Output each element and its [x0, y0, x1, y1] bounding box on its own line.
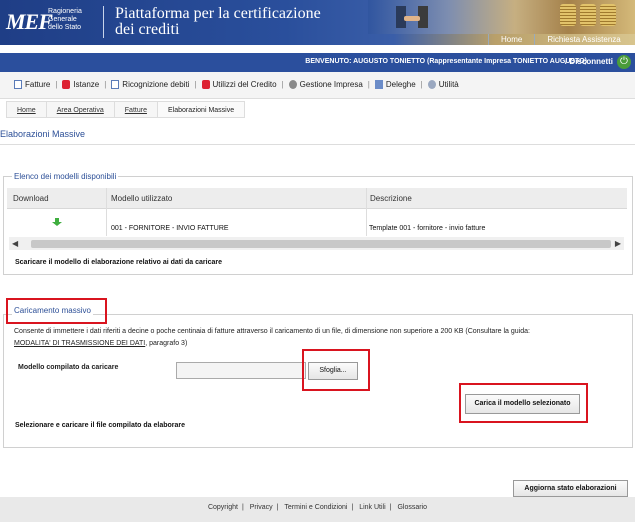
upload-note: Selezionare e caricare il file compilato…: [15, 422, 186, 429]
breadcrumb-home[interactable]: Home: [6, 101, 46, 118]
models-table-header: Download Modello utilizzato Descrizione: [7, 188, 627, 209]
column-divider: [366, 188, 367, 236]
column-download: Download: [13, 194, 49, 203]
home-link[interactable]: Home: [488, 34, 534, 45]
footer-link-privacy[interactable]: Privacy: [246, 504, 277, 511]
highlight-box: [6, 298, 107, 324]
document-icon: [111, 80, 120, 89]
header-banner: MEF Ragioneria Generale dello Stato Piat…: [0, 0, 635, 45]
models-legend: Elenco dei modelli disponibili: [12, 172, 119, 181]
scroll-left-icon[interactable]: ◀: [12, 239, 18, 248]
table-cell-model: 001 - FORNITORE - INVIO FATTURE: [111, 225, 229, 232]
main-menu: Fatture | Istanze | Ricognizione debiti | U…: [14, 80, 464, 89]
logo-divider: [103, 6, 104, 38]
file-path-input[interactable]: [176, 362, 306, 379]
folder-icon: [374, 80, 383, 89]
breadcrumb-area-operativa[interactable]: Area Operativa: [45, 101, 114, 118]
header-links: Home Richiesta Assistenza: [488, 34, 633, 45]
column-model: Modello utilizzato: [111, 194, 173, 203]
footer-link-copyright[interactable]: Copyright: [204, 504, 242, 511]
credit-icon: [201, 80, 210, 89]
footer-link-useful[interactable]: Link Utili: [355, 504, 389, 511]
footer-links: Copyright | Privacy | Termini e Condizioni…: [0, 504, 635, 511]
models-note: Scaricare il modello di elaborazione rel…: [15, 259, 222, 266]
menu-item-istanze[interactable]: Istanze |: [62, 80, 106, 89]
breadcrumb-fatture[interactable]: Fatture: [113, 101, 157, 118]
menu-separator: |: [420, 80, 423, 89]
logo-subtitle: Ragioneria Generale dello Stato: [48, 8, 82, 31]
menu-item-ricognizione[interactable]: Ricognizione debiti |: [111, 80, 197, 89]
footer-link-terms[interactable]: Termini e Condizioni: [280, 504, 351, 511]
highlight-box: [459, 383, 588, 423]
tool-icon: [288, 80, 297, 89]
coins-image: [600, 4, 616, 26]
column-description: Descrizione: [370, 194, 412, 203]
menu-item-fatture[interactable]: Fatture |: [14, 80, 57, 89]
logo-text: MEF: [6, 9, 53, 34]
menu-item-gestione-impresa[interactable]: Gestione Impresa |: [288, 80, 370, 89]
menu-separator: |: [104, 80, 107, 89]
divider: [0, 144, 635, 145]
power-icon[interactable]: ⏻: [617, 55, 631, 69]
gear-icon: [427, 80, 436, 89]
scroll-thumb[interactable]: [31, 240, 611, 248]
menu-item-utilizzi[interactable]: Utilizzi del Credito |: [201, 80, 284, 89]
upload-description: Consente di immettere i dati riferiti a …: [14, 328, 530, 347]
coins-image: [580, 4, 596, 26]
menu-separator: |: [194, 80, 197, 89]
logout-link[interactable]: / Disconnetti: [565, 57, 613, 66]
table-cell-description: Template 001 - fornitore - invio fatture: [369, 225, 486, 232]
welcome-text: BENVENUTO: AUGUSTO TONIETTO (Rappresenta…: [305, 58, 587, 65]
download-icon[interactable]: [52, 218, 62, 227]
assistance-link[interactable]: Richiesta Assistenza: [534, 34, 632, 45]
page-title: Elaborazioni Massive: [0, 129, 86, 139]
column-divider: [106, 188, 107, 236]
handshake-image: [396, 6, 428, 28]
scroll-right-icon[interactable]: ▶: [615, 239, 621, 248]
breadcrumb: Home Area Operativa Fatture Elaborazioni…: [6, 101, 246, 118]
menu-item-deleghe[interactable]: Deleghe |: [374, 80, 423, 89]
app-title: Piattaforma per la certificazione dei cr…: [115, 5, 321, 38]
document-icon: [14, 80, 22, 89]
refresh-button[interactable]: Aggiorna stato elaborazioni: [513, 480, 628, 497]
breadcrumb-current: Elaborazioni Massive: [156, 101, 246, 118]
request-icon: [62, 80, 71, 89]
file-label: Modello compilato da caricare: [18, 364, 119, 371]
highlight-box: [302, 349, 370, 391]
footer-link-glossary[interactable]: Glossario: [393, 504, 431, 511]
menu-separator: |: [367, 80, 370, 89]
menu-separator: |: [281, 80, 284, 89]
guide-link[interactable]: MODALITA' DI TRASMISSIONE DEI DATI: [14, 340, 145, 347]
coins-image: [560, 4, 576, 26]
menu-item-utilita[interactable]: Utilità: [427, 80, 459, 89]
mef-logo: MEF Ragioneria Generale dello Stato: [2, 3, 106, 41]
menu-separator: |: [55, 80, 58, 89]
horizontal-scrollbar[interactable]: ◀ ▶: [9, 237, 624, 250]
